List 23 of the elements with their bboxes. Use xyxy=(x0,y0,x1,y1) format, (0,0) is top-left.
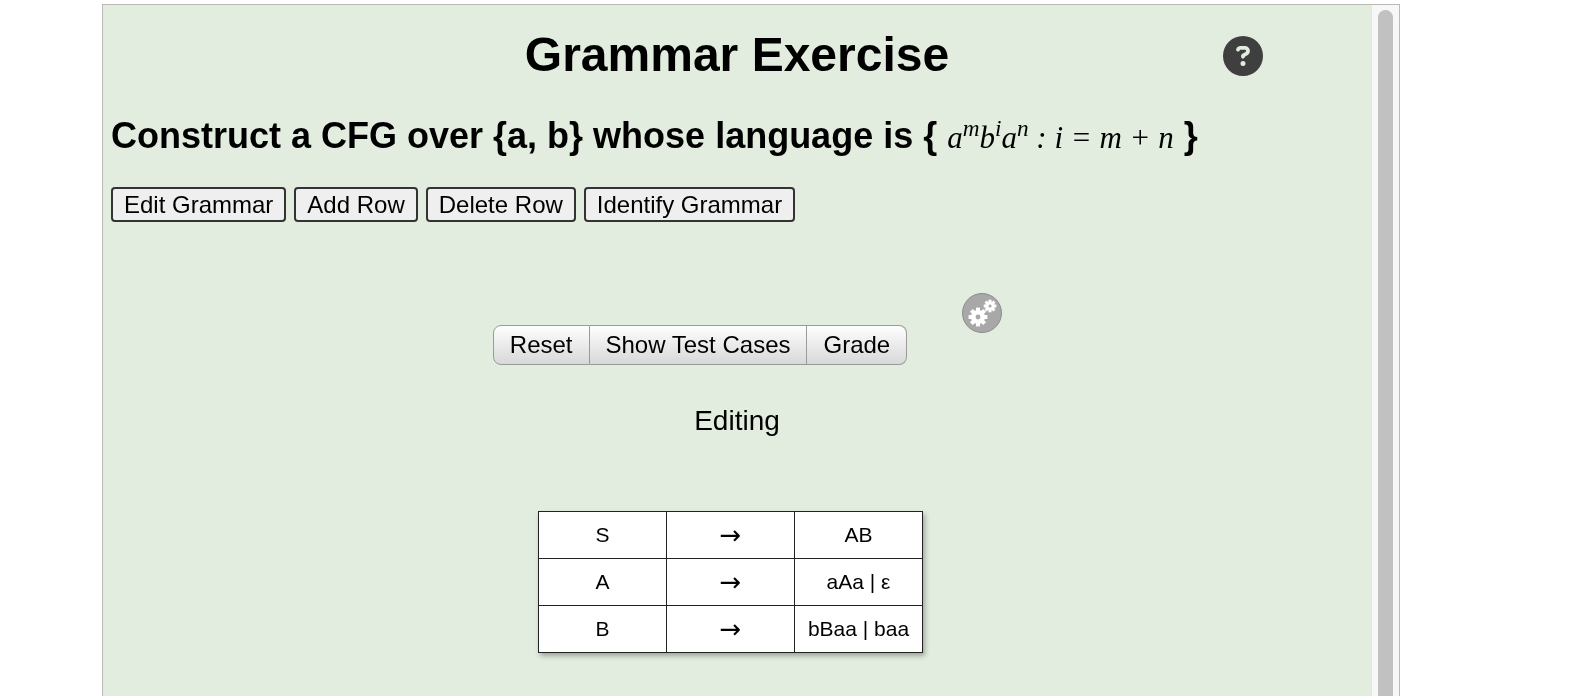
toolbar-button[interactable]: Edit Grammar xyxy=(111,187,287,222)
table-cell: AB xyxy=(794,511,923,559)
action-button[interactable]: Show Test Cases xyxy=(589,325,808,365)
table-cell: → xyxy=(666,511,795,559)
toolbar-button[interactable]: Delete Row xyxy=(425,187,576,222)
table-cell: aAa | ε xyxy=(794,558,923,606)
action-button[interactable]: Reset xyxy=(492,325,590,365)
page-title: Grammar Exercise xyxy=(524,27,950,83)
table-cell: S xyxy=(538,511,667,559)
help-icon[interactable] xyxy=(1223,36,1263,76)
toolbar-button[interactable]: Add Row xyxy=(294,187,418,222)
action-button[interactable]: Grade xyxy=(807,325,908,365)
vertical-scrollbar[interactable] xyxy=(1371,5,1399,696)
table-cell: → xyxy=(666,605,795,653)
toolbar-button[interactable]: Identify Grammar xyxy=(583,187,796,222)
status-label: Editing xyxy=(694,404,780,438)
table-cell: B xyxy=(538,605,667,653)
table-cell: bBaa | baa xyxy=(794,605,923,653)
exercise-prompt: Construct a CFG over {a, b} whose language is { a$^{m}$b$^{i}$a$^{n}$ : i = m + n } xyxy=(111,114,1198,158)
scrollbar-thumb[interactable] xyxy=(1378,10,1393,696)
gears-icon xyxy=(962,293,1003,333)
table-cell: A xyxy=(538,558,667,606)
table-cell: → xyxy=(666,558,795,606)
